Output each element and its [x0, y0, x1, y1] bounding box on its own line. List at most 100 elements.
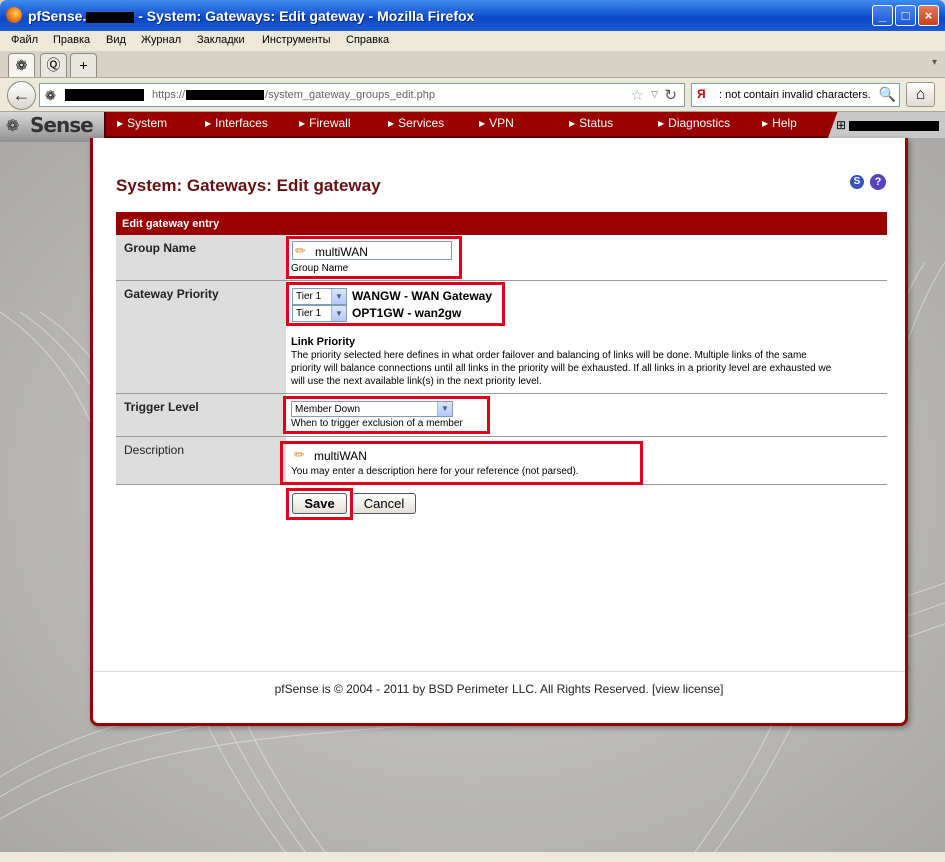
trigger-level-hint: When to trigger exclusion of a member: [291, 418, 463, 429]
bookmark-star-icon[interactable]: ☆: [631, 86, 644, 104]
menu-view[interactable]: Вид: [106, 34, 126, 46]
pf-menu-firewall[interactable]: ▶ Firewall: [299, 116, 351, 130]
home-icon: ⌂: [915, 86, 926, 103]
menu-history[interactable]: Журнал: [141, 34, 181, 46]
menu-bookmarks[interactable]: Закладки: [197, 34, 245, 46]
form-header: Edit gateway entry: [116, 212, 887, 235]
cancel-button[interactable]: Cancel: [352, 493, 416, 514]
hostname-label: ⊞: [836, 118, 940, 132]
menu-tools[interactable]: Инструменты: [262, 34, 331, 46]
menu-arrow-icon: ▶: [762, 119, 769, 129]
row-description: Description ✏ multiWAN You may enter a d…: [116, 437, 887, 485]
pfsense-menu-bar: ❁ Sense ▶ System ▶ Interfaces ▶ Firewall ▶ S…: [0, 112, 945, 142]
group-name-hint: Group Name: [291, 263, 349, 274]
gateway-priority-label: Gateway Priority: [116, 281, 286, 393]
menu-edit[interactable]: Правка: [53, 34, 90, 46]
search-icon[interactable]: 🔍: [879, 86, 896, 103]
content-panel: System: Gateways: Edit gateway S ? Edit …: [90, 138, 908, 726]
close-button[interactable]: ×: [918, 5, 939, 26]
pfsense-logo-icon: ❁: [6, 116, 20, 135]
reload-icon[interactable]: ↻: [664, 86, 677, 104]
button-row: Save Cancel: [116, 485, 887, 525]
pf-menu-help[interactable]: ▶ Help: [762, 116, 797, 130]
group-name-label: Group Name: [116, 235, 286, 280]
menu-arrow-icon: ▶: [299, 119, 306, 129]
tab-second[interactable]: Ⓠ: [40, 53, 67, 77]
redacted-host: [186, 90, 265, 101]
search-bar[interactable]: Я : not contain invalid characters. 🔍: [691, 83, 900, 107]
menu-arrow-icon: ▶: [569, 119, 576, 129]
url-text: https:///system_gateway_groups_edit.php: [152, 89, 436, 101]
tier-select-wangw[interactable]: Tier 1 ▼: [292, 288, 347, 305]
url-bar[interactable]: ❁ https:///system_gateway_groups_edit.ph…: [39, 83, 685, 107]
status-s-icon[interactable]: S: [850, 175, 864, 189]
page-viewport: ❁ Sense ▶ System ▶ Interfaces ▶ Firewall ▶ S…: [0, 112, 945, 862]
chevron-down-icon[interactable]: ▼: [331, 289, 346, 304]
link-priority-text-1: The priority selected here defines in wh…: [291, 350, 807, 361]
redacted-site: [65, 89, 144, 101]
menu-arrow-icon: ▶: [388, 119, 395, 129]
description-value: multiWAN: [314, 449, 367, 463]
network-icon: ⊞: [836, 118, 847, 132]
pf-menu-system[interactable]: ▶ System: [117, 116, 167, 130]
pf-menu-vpn[interactable]: ▶ VPN: [479, 116, 514, 130]
pfsense-favicon-icon: ❁: [15, 57, 28, 73]
tab-list-icon[interactable]: ▾: [932, 57, 937, 68]
redacted-hostname: [86, 11, 135, 23]
gateway-priority-field-cell: Tier 1 ▼ WANGW - WAN Gateway Tier 1 ▼ OP…: [286, 281, 887, 393]
save-button[interactable]: Save: [292, 493, 347, 514]
tabbar: ❁ Ⓠ + ▾: [0, 51, 945, 78]
help-icon[interactable]: ?: [870, 174, 886, 190]
description-label: Description: [116, 437, 286, 484]
description-field-cell: ✏ multiWAN You may enter a description h…: [280, 437, 887, 485]
home-button[interactable]: ⌂: [906, 82, 935, 107]
firefox-icon: [6, 7, 22, 23]
pf-menu-status[interactable]: ▶ Status: [569, 116, 613, 130]
site-identity-icon[interactable]: ❁: [45, 88, 56, 104]
row-trigger-level: Trigger Level Member Down ▼ When to trig…: [116, 394, 887, 437]
pf-menu-diagnostics[interactable]: ▶ Diagnostics: [658, 116, 730, 130]
trigger-level-select[interactable]: Member Down ▼: [291, 401, 453, 417]
chevron-down-icon[interactable]: ▼: [437, 402, 452, 416]
status-bar: [0, 852, 945, 862]
url-dropdown-icon[interactable]: ▽: [651, 89, 658, 100]
tier-value: Tier 1: [296, 308, 322, 319]
pf-menu-services[interactable]: ▶ Services: [388, 116, 444, 130]
gateway-name-wangw: WANGW - WAN Gateway: [352, 289, 493, 303]
maximize-button[interactable]: □: [895, 5, 916, 26]
new-tab-button[interactable]: +: [70, 53, 97, 77]
description-input[interactable]: ✏ multiWAN: [291, 445, 631, 464]
pencil-icon: ✏: [295, 243, 306, 258]
menu-arrow-icon: ▶: [658, 119, 665, 129]
tier-select-opt1gw[interactable]: Tier 1 ▼: [292, 305, 347, 322]
footer-copyright: pfSense is © 2004 - 2011 by BSD Perimete…: [274, 682, 724, 696]
back-button[interactable]: ←: [7, 81, 36, 110]
description-hint: You may enter a description here for you…: [291, 466, 579, 477]
footer-divider: [93, 671, 905, 672]
menu-file[interactable]: Файл: [11, 34, 38, 46]
menu-help[interactable]: Справка: [346, 34, 389, 46]
redacted-hostname-label: [849, 120, 940, 131]
search-input[interactable]: : not contain invalid characters.: [719, 89, 874, 101]
group-name-value: multiWAN: [315, 245, 368, 259]
group-name-input[interactable]: ✏ multiWAN: [292, 241, 452, 260]
window-titlebar: pfSense. - System: Gateways: Edit gatewa…: [0, 0, 945, 31]
link-priority-text-3: will use the next available link(s) in t…: [291, 376, 542, 387]
row-group-name: Group Name ✏ multiWAN Group Name: [116, 235, 887, 281]
navigation-toolbar: ← ❁ https:///system_gateway_groups_edit.…: [0, 78, 945, 112]
gateway-name-opt1gw: OPT1GW - wan2gw: [352, 306, 462, 320]
minimize-button[interactable]: _: [872, 5, 893, 26]
tab-pfsense[interactable]: ❁: [8, 53, 35, 77]
menu-arrow-icon: ▶: [117, 119, 124, 129]
menu-arrow-icon: ▶: [205, 119, 212, 129]
pencil-icon: ✏: [294, 447, 305, 462]
window-title: pfSense. - System: Gateways: Edit gatewa…: [28, 8, 475, 24]
chevron-down-icon[interactable]: ▼: [331, 306, 346, 321]
group-name-field-cell: ✏ multiWAN Group Name: [286, 235, 887, 280]
pf-menu-interfaces[interactable]: ▶ Interfaces: [205, 116, 268, 130]
menu-arrow-icon: ▶: [479, 119, 486, 129]
search-engine-icon[interactable]: Я: [697, 87, 706, 101]
link-priority-text-2: priority will balance connections until …: [291, 363, 832, 374]
pfsense-logo-text: Sense: [30, 113, 94, 137]
tier-value: Tier 1: [296, 291, 322, 302]
